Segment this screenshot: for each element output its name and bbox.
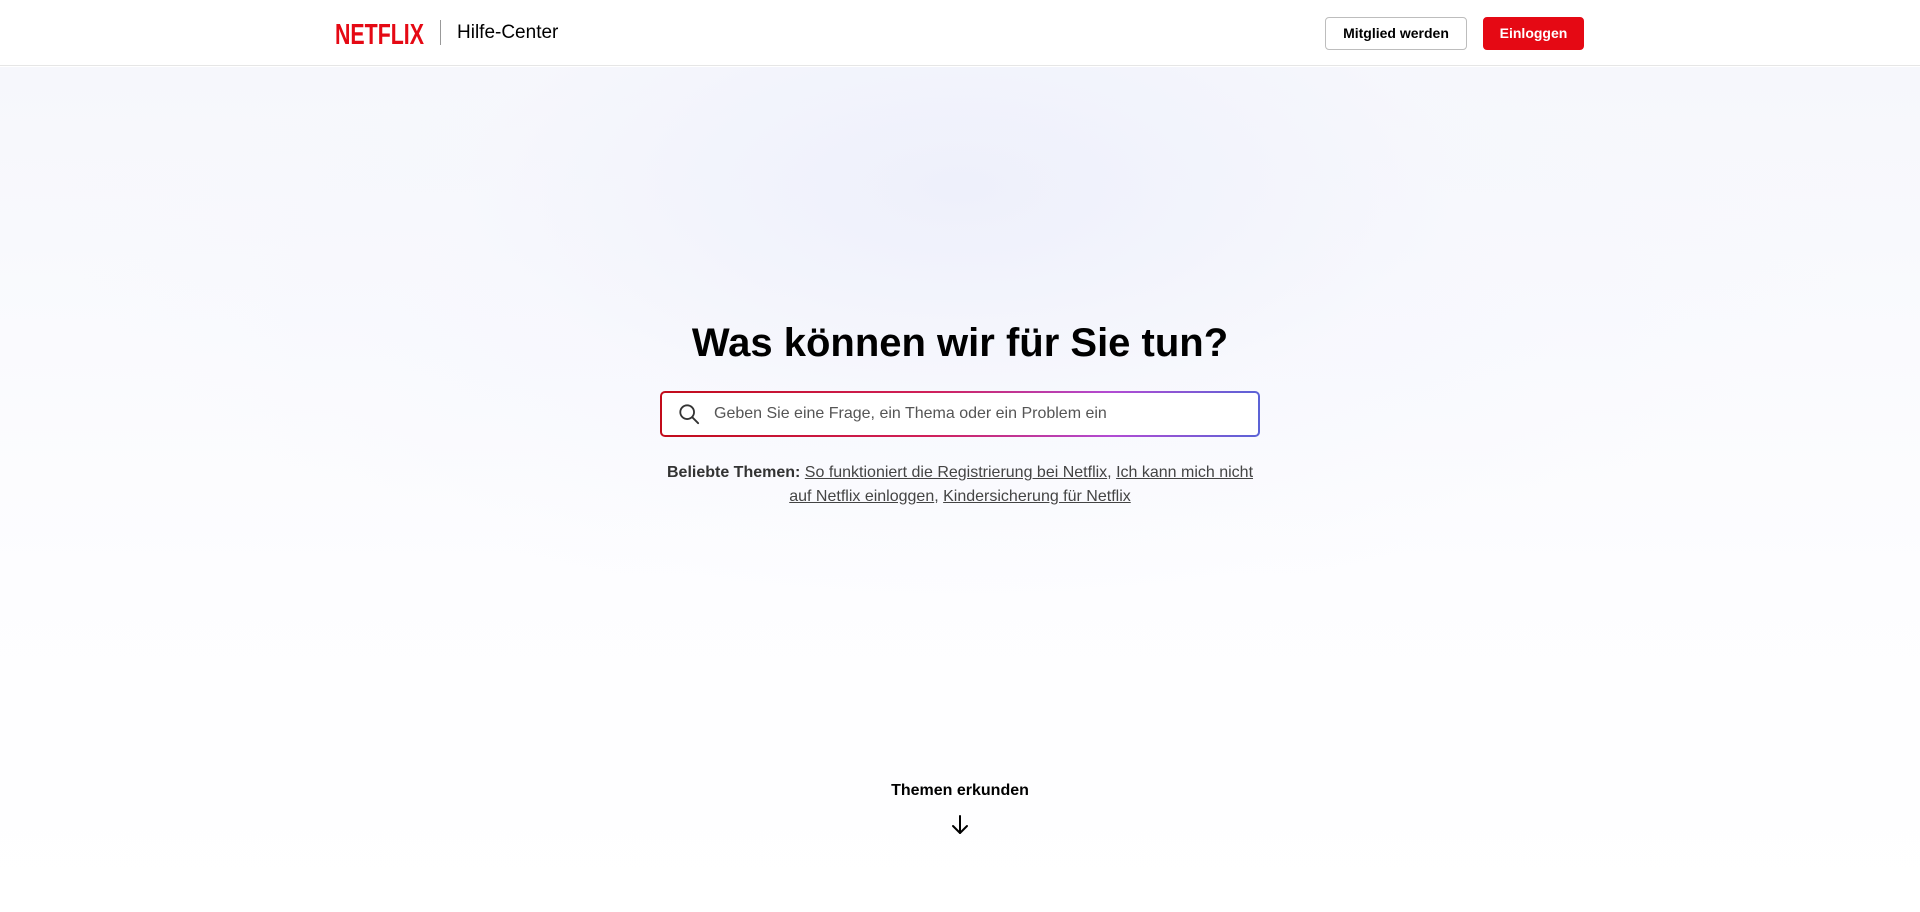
signup-button[interactable]: Mitglied werden [1325,17,1467,50]
popular-topics: Beliebte Themen: So funktioniert die Reg… [660,461,1260,509]
explore-topics-label[interactable]: Themen erkunden [0,780,1920,802]
search-box-inner [662,393,1258,435]
logo-divider [440,20,441,45]
logo-text: NETFLIX [335,19,424,48]
popular-topics-label: Beliebte Themen: [666,464,801,481]
popular-separator: , [934,488,944,505]
arrow-down-icon[interactable] [950,814,970,836]
hero-section: Was können wir für Sie tun? Beliebte The… [0,67,1920,912]
login-button[interactable]: Einloggen [1483,17,1584,50]
site-header: NETFLIX Hilfe-Center Mitglied werden Ein… [0,0,1920,66]
netflix-logo[interactable]: NETFLIX [335,18,425,48]
search-input[interactable] [714,393,1244,435]
popular-link-registration[interactable]: So funktioniert die Registrierung bei Ne… [805,464,1107,481]
popular-separator: , [1107,464,1117,481]
popular-link-parental-controls[interactable]: Kindersicherung für Netflix [943,488,1131,505]
netflix-wordmark: NETFLIX [335,19,424,48]
search-box [660,391,1260,437]
page-title: Was können wir für Sie tun? [691,321,1229,365]
search-icon [679,404,700,425]
help-center-title[interactable]: Hilfe-Center [457,20,558,46]
explore-topics[interactable]: Themen erkunden [0,780,1920,841]
